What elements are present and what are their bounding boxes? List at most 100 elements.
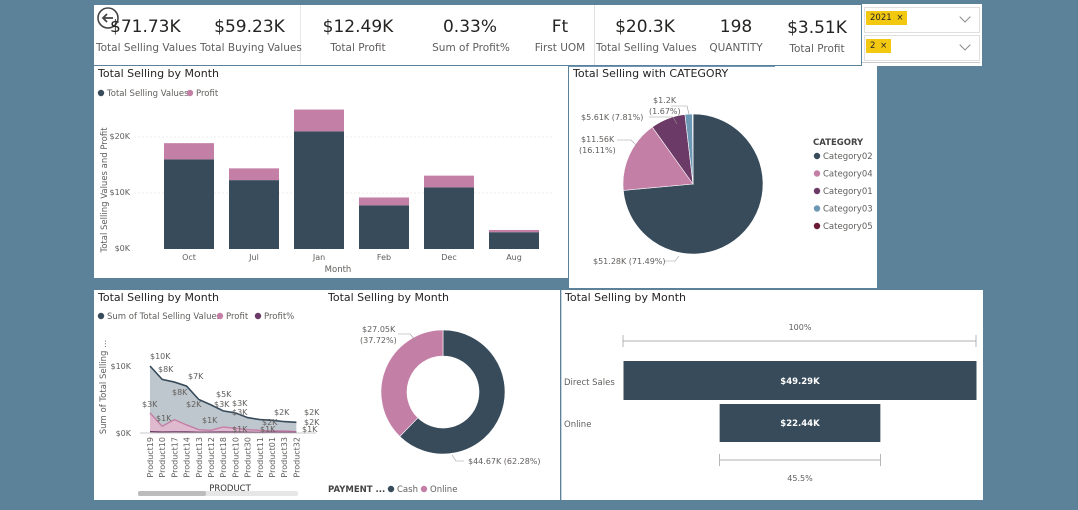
- y-tick: $0K: [116, 429, 132, 438]
- funnel-bottom-percent: 45.5%: [787, 474, 813, 483]
- payment-donut-chart: $27.05K (37.72%) $44.67K (62.28%) PAYMEN…: [328, 325, 541, 495]
- legend-dot: [97, 89, 105, 97]
- x-tick: Feb: [377, 253, 391, 262]
- legend-dot: [813, 222, 821, 230]
- kpi-label: Total Selling Values: [96, 42, 197, 54]
- product-area-chart: Sum of Total Selling Values Profit Profi…: [97, 312, 320, 496]
- x-tick: Product33: [280, 437, 289, 478]
- donut-label: $44.67K (62.28%): [468, 457, 541, 466]
- donut-label: (37.72%): [360, 336, 397, 345]
- x-tick: Product14: [183, 437, 192, 478]
- bar-selling: [424, 187, 474, 249]
- funnel-value-label: $49.29K: [780, 377, 820, 387]
- horizontal-scrollbar-thumb[interactable]: [138, 491, 206, 496]
- bar-profit: [294, 109, 344, 132]
- year-chip[interactable]: 2021 ×: [866, 11, 908, 25]
- funnel-chart: 100% Direct Sales Online $49.29K $22.44K…: [564, 323, 977, 483]
- leader-line: [451, 454, 464, 462]
- legend-label: Category05: [823, 222, 873, 232]
- pie-label: $51.28K (71.49%): [593, 257, 666, 266]
- donut-group: [380, 329, 506, 455]
- point-label: $10K: [150, 352, 171, 361]
- pie-group: [622, 113, 764, 255]
- point-label: $1K: [156, 414, 172, 423]
- legend-label: Profit: [196, 89, 219, 99]
- point-label: $7K: [188, 372, 204, 381]
- point-label: $8K: [172, 388, 188, 397]
- month-chip[interactable]: 2 ×: [866, 39, 892, 53]
- kpi-value: $59.23K: [214, 17, 285, 37]
- legend-label: Category03: [823, 205, 873, 215]
- legend-label: Cash: [397, 485, 418, 495]
- point-label: $3K: [142, 400, 158, 409]
- point-label: $2K: [262, 418, 278, 427]
- kpi-value: Ft: [551, 17, 569, 37]
- bar-profit: [164, 143, 214, 160]
- legend-title: CATEGORY: [813, 138, 864, 148]
- legend-label: Category04: [823, 170, 873, 180]
- kpi-label: First UOM: [534, 42, 586, 54]
- kpi-value: 198: [719, 17, 753, 37]
- kpi-label: Sum of Profit%: [432, 42, 510, 54]
- kpi-label: Total Profit: [330, 42, 386, 54]
- point-label: $2K: [304, 408, 320, 417]
- bar-selling: [359, 205, 409, 249]
- point-label: $2K: [186, 400, 202, 409]
- x-tick: Product12: [207, 437, 216, 478]
- chip-remove-icon[interactable]: ×: [880, 41, 887, 51]
- kpi-value: $3.51K: [787, 18, 847, 38]
- pie-label: $5.61K (7.81%): [581, 113, 643, 122]
- legend-dot: [420, 485, 428, 493]
- point-label: $3K: [214, 400, 230, 409]
- pie-label: $1.2K: [653, 96, 677, 105]
- y-axis-label: Sum of Total Selling ...: [99, 340, 109, 435]
- x-axis-label: PRODUCT: [209, 484, 251, 494]
- legend-dot: [813, 152, 821, 160]
- x-tick: Product01: [268, 437, 277, 478]
- x-tick: Product18: [219, 437, 228, 478]
- point-label: $3K: [232, 408, 248, 417]
- legend-label: Category02: [823, 152, 873, 162]
- bar-profit: [489, 229, 539, 233]
- x-tick: Product30: [244, 437, 253, 478]
- x-tick: Oct: [182, 253, 196, 262]
- y-tick: $10K: [110, 362, 131, 371]
- point-label: $1K: [302, 425, 318, 434]
- chart-title: Total Selling by Month: [98, 67, 220, 80]
- funnel-top-bracket: [622, 335, 977, 347]
- legend-label: Sum of Total Selling Values: [107, 312, 222, 322]
- pie-label: $11.56K: [581, 135, 615, 144]
- x-tick: Product13: [195, 437, 204, 478]
- slicer-divider: [862, 62, 980, 63]
- x-tick: Product19: [146, 437, 155, 478]
- kpi-value: 0.33%: [442, 17, 497, 37]
- kpi-label: Total Selling Values: [596, 42, 697, 54]
- bar-profit: [229, 168, 279, 181]
- bar-group: Oct Jul Jan Feb Dec Aug: [164, 109, 539, 262]
- funnel-bottom-bracket: [719, 454, 881, 466]
- chip-remove-icon[interactable]: ×: [896, 13, 903, 23]
- funnel-row-label: Direct Sales: [564, 378, 615, 388]
- kpi-label: Total Buying Values: [200, 42, 302, 54]
- legend-dot: [97, 312, 105, 320]
- legend-label: Profit: [226, 312, 249, 322]
- bar-selling: [489, 232, 539, 249]
- legend-dot: [813, 205, 821, 212]
- bar-profit: [424, 175, 474, 188]
- point-label: $2K: [274, 408, 290, 417]
- pie-label: (1.67%): [649, 107, 681, 116]
- legend-dot: [216, 312, 224, 320]
- legend-label: Category01: [823, 187, 873, 197]
- y-tick: $10K: [109, 188, 130, 197]
- legend-label: Online: [430, 485, 457, 495]
- legend-dot: [186, 89, 194, 97]
- point-label: $5K: [216, 390, 232, 399]
- month-stacked-chart: Total Selling Values Profit Total Sellin…: [97, 89, 554, 275]
- x-axis-label: Month: [325, 265, 352, 275]
- y-tick: $0K: [115, 244, 131, 253]
- x-tick: Product10: [158, 437, 167, 478]
- funnel-top-percent: 100%: [789, 323, 812, 332]
- funnel-row-label: Online: [564, 420, 591, 430]
- x-tick: Jan: [312, 253, 325, 262]
- bar-selling: [294, 131, 344, 249]
